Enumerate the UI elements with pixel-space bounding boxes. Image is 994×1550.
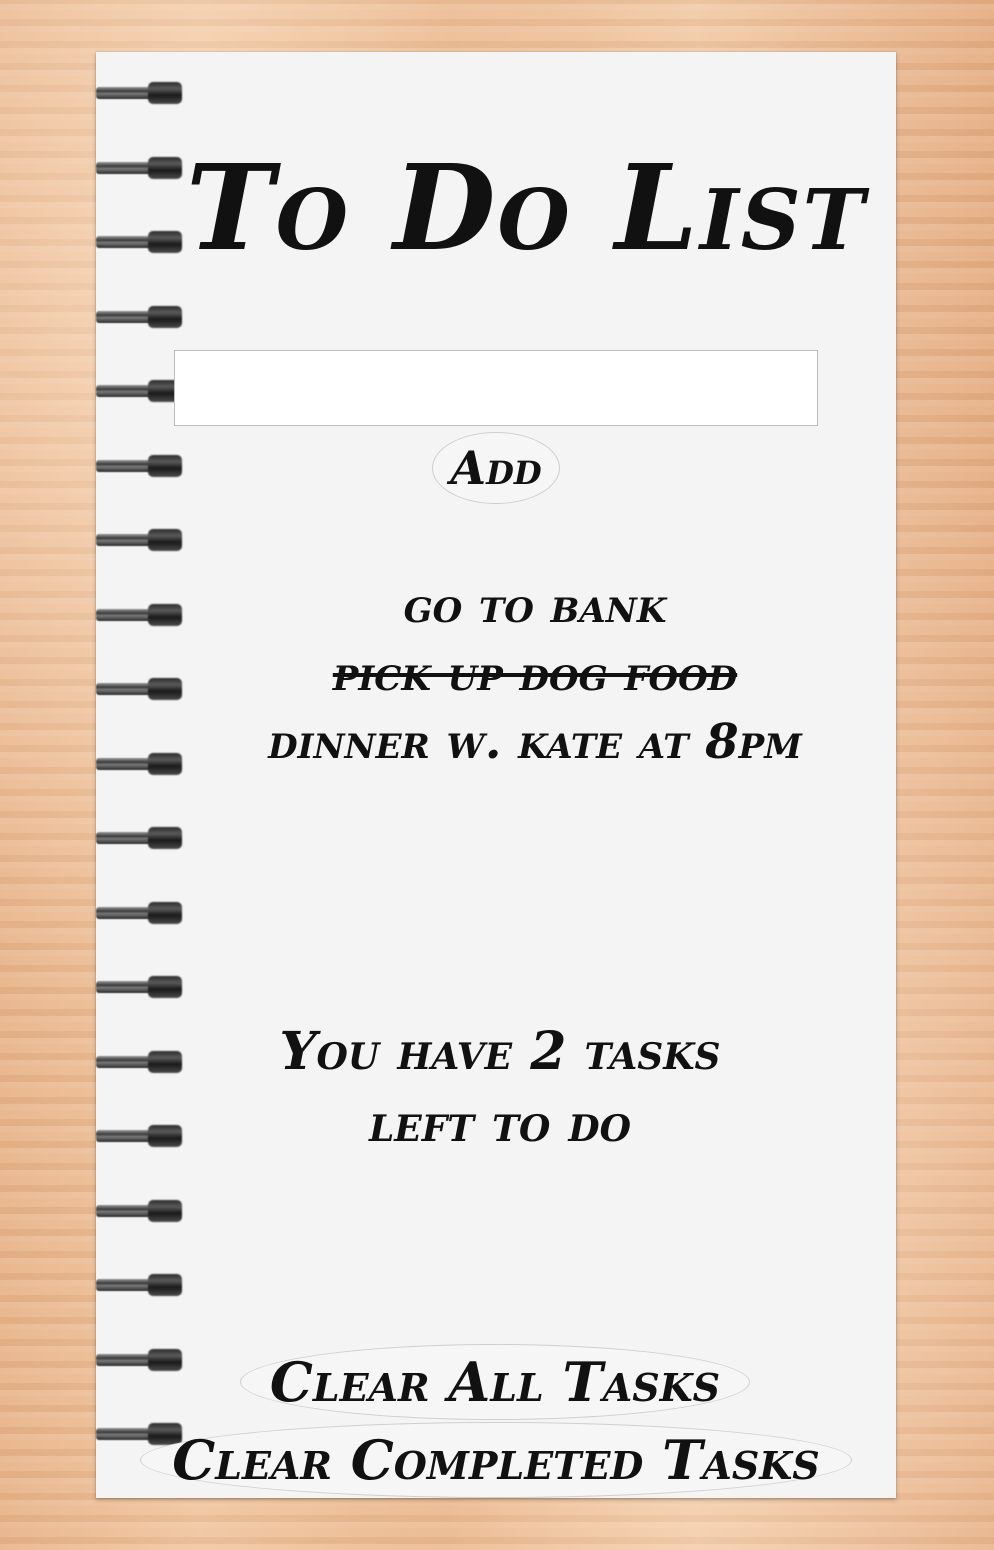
spiral-ring	[96, 1272, 188, 1298]
page-title: To Do List	[186, 138, 867, 277]
spiral-hole	[148, 827, 182, 849]
spiral-ring	[96, 1347, 188, 1373]
spiral-wire	[96, 1428, 154, 1440]
spiral-hole	[148, 1125, 182, 1147]
spiral-hole	[148, 1050, 182, 1073]
spiral-ring	[96, 676, 188, 702]
spiral-hole	[148, 901, 182, 924]
spiral-hole	[148, 231, 182, 253]
spiral-wire	[96, 87, 154, 99]
spiral-wire	[96, 608, 154, 621]
spiral-wire	[96, 832, 154, 844]
spiral-hole	[148, 603, 182, 626]
spiral-wire	[96, 385, 154, 397]
spiral-ring	[96, 1198, 188, 1224]
spiral-hole	[148, 678, 182, 700]
spiral-ring	[96, 80, 188, 106]
spiral-wire	[96, 757, 154, 770]
new-task-input[interactable]	[174, 350, 818, 426]
spiral-wire	[96, 683, 154, 695]
spiral-wire	[96, 1130, 154, 1142]
clear-all-tasks-button[interactable]: Clear All Tasks	[240, 1344, 750, 1420]
spiral-wire	[96, 1055, 154, 1068]
spiral-wire	[96, 1353, 154, 1366]
spiral-ring	[96, 1049, 188, 1075]
task-item[interactable]: pick up dog food	[200, 640, 870, 708]
spiral-hole	[148, 1199, 182, 1222]
spiral-ring	[96, 825, 188, 851]
spiral-hole	[148, 454, 182, 477]
task-list: go to bank pick up dog food dinner w. ka…	[200, 572, 870, 776]
spiral-ring	[96, 602, 188, 628]
spiral-ring	[96, 751, 188, 777]
spiral-hole	[148, 82, 182, 104]
spiral-hole	[148, 156, 182, 179]
spiral-wire	[96, 1204, 154, 1217]
remaining-tasks-line-2: left to do	[368, 1093, 632, 1154]
spiral-wire	[96, 459, 154, 472]
spiral-hole	[148, 976, 182, 998]
spiral-wire	[96, 236, 154, 248]
task-item[interactable]: dinner w. kate at 8pm	[200, 708, 870, 776]
spiral-ring	[96, 900, 188, 926]
clear-completed-tasks-button[interactable]: Clear Completed Tasks	[140, 1422, 852, 1498]
spiral-wire	[96, 906, 154, 919]
spiral-hole	[148, 1274, 182, 1296]
spiral-ring	[96, 527, 188, 553]
spiral-ring	[96, 155, 188, 181]
spiral-wire	[96, 534, 154, 546]
spiral-wire	[96, 981, 154, 993]
spiral-hole	[148, 305, 182, 328]
spiral-ring	[96, 974, 188, 1000]
spiral-ring	[96, 304, 188, 330]
spiral-ring	[96, 229, 188, 255]
spiral-wire	[96, 161, 154, 174]
spiral-wire	[96, 310, 154, 323]
spiral-hole	[148, 529, 182, 551]
spiral-binding	[96, 80, 188, 1460]
spiral-hole	[148, 1348, 182, 1371]
spiral-wire	[96, 1279, 154, 1291]
add-button[interactable]: Add	[432, 432, 560, 504]
task-item[interactable]: go to bank	[200, 572, 870, 640]
spiral-ring	[96, 1123, 188, 1149]
remaining-tasks-line-1: You have 2 tasks	[279, 1021, 721, 1082]
remaining-tasks-text: You have 2 tasks left to do	[200, 1016, 800, 1160]
spiral-hole	[148, 752, 182, 775]
spiral-ring	[96, 453, 188, 479]
